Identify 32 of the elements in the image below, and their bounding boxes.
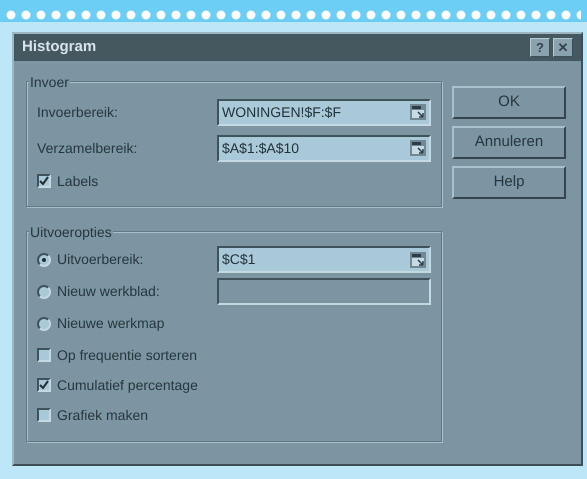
field-value: $C$1 [222, 250, 256, 269]
checkbox[interactable] [37, 348, 51, 362]
input-field[interactable]: WONINGEN!$F:$F [217, 98, 431, 126]
input-field[interactable]: $C$1 [217, 246, 431, 273]
range-select-icon[interactable] [410, 140, 426, 156]
close-button[interactable]: ✕ [553, 38, 573, 57]
radio-label: Uitvoerbereik: [57, 250, 144, 269]
field-value: $A$1:$A$10 [222, 138, 300, 158]
field-value: WONINGEN!$F:$F [222, 102, 342, 122]
field-label: Verzamelbereik: [37, 138, 138, 158]
checkbox-label: Labels [57, 172, 98, 190]
checkbox-label: Grafiek maken [57, 406, 148, 424]
checkbox-label: Cumulatief percentage [57, 376, 198, 395]
radio-label: Nieuwe werkmap [57, 314, 164, 333]
range-select-icon[interactable] [410, 104, 426, 120]
dialog-button[interactable]: OK [452, 86, 566, 119]
field-label: Invoerbereik: [37, 102, 118, 122]
dialog-button[interactable]: Help [452, 166, 566, 199]
help-button[interactable]: ? [530, 38, 550, 57]
checkbox[interactable] [37, 408, 51, 422]
checkbox[interactable] [37, 378, 51, 392]
radio-button[interactable] [37, 284, 51, 298]
dialog-button[interactable]: Annuleren [452, 126, 566, 159]
window-title: Histogram [22, 37, 96, 58]
radio-button[interactable] [37, 252, 51, 266]
checkbox-label: Op frequentie sorteren [57, 346, 198, 365]
radio-label: Nieuw werkblad: [57, 282, 160, 301]
checkbox[interactable] [37, 174, 51, 188]
input-field[interactable]: $A$1:$A$10 [217, 134, 431, 162]
input-field[interactable] [217, 278, 431, 305]
radio-button[interactable] [37, 316, 51, 330]
range-select-icon[interactable] [410, 252, 426, 268]
